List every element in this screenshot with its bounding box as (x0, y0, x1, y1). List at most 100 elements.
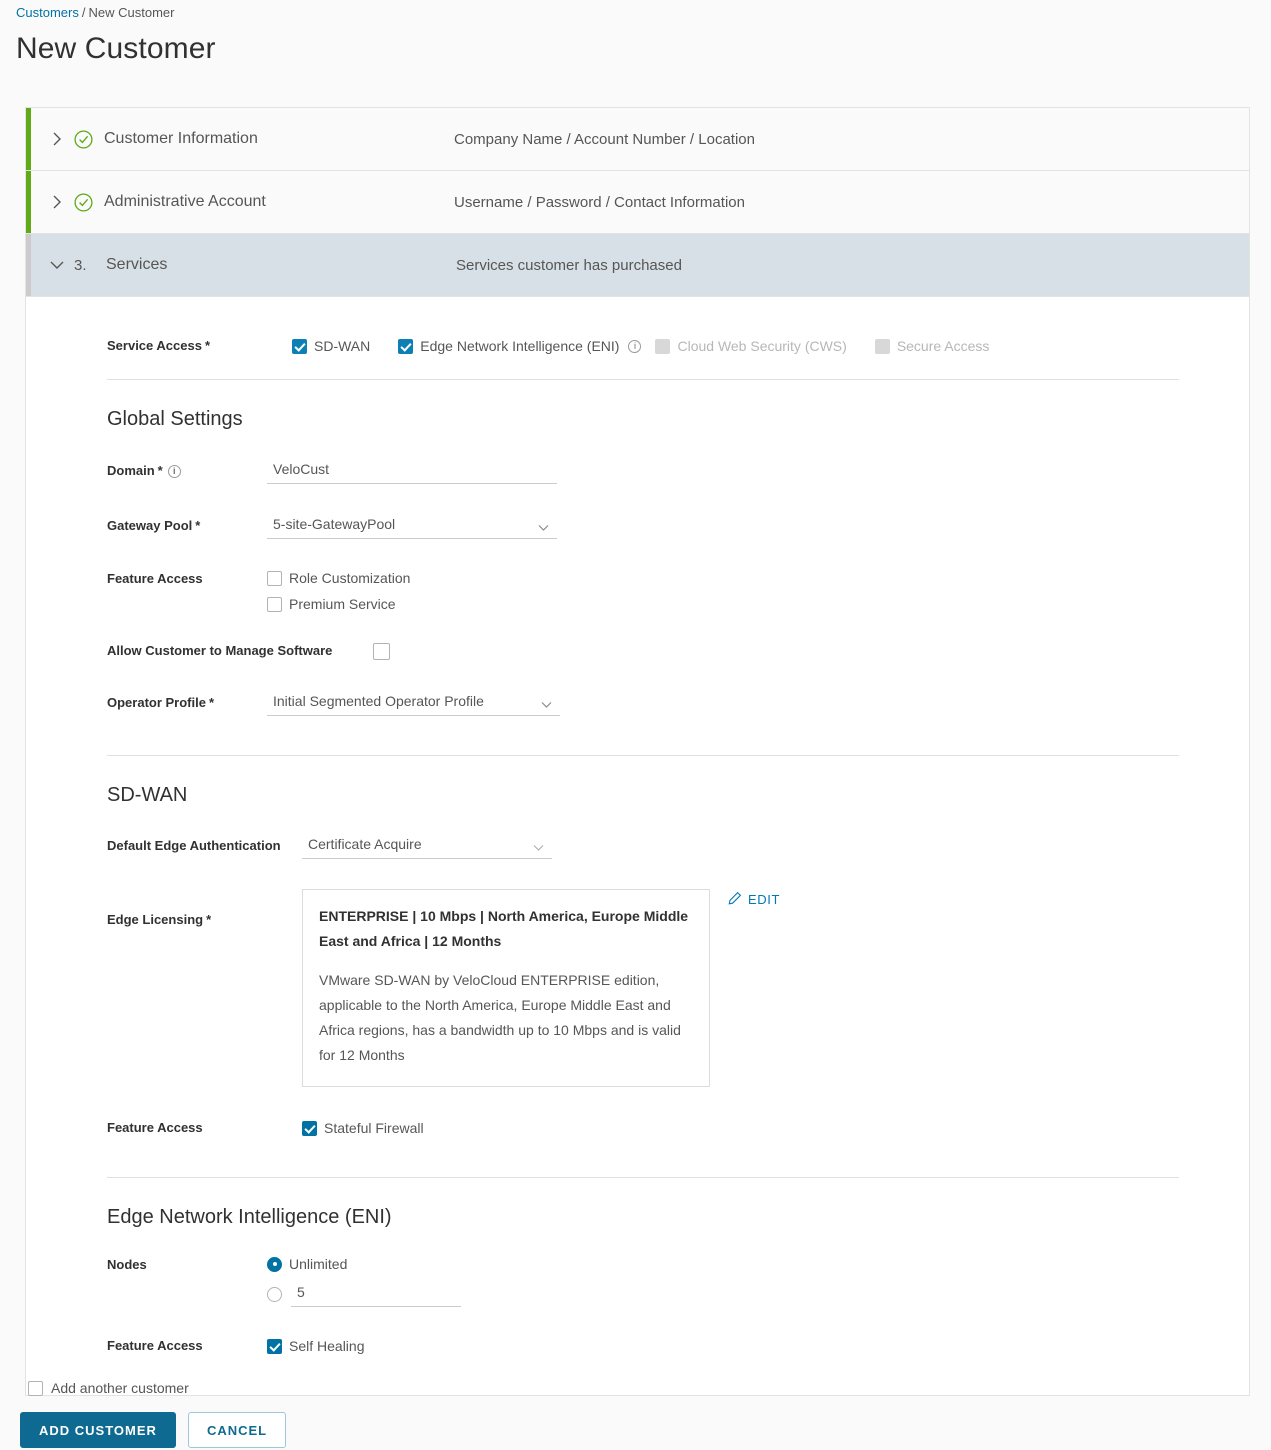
eni-feature-access-row: Feature Access Self Healing (26, 1337, 1249, 1355)
status-complete-icon (74, 192, 98, 212)
checkbox-role-customization[interactable]: Role Customization (267, 570, 410, 586)
accordion-description: Username / Password / Contact Informatio… (454, 193, 745, 211)
checkbox-allow-manage-software[interactable] (373, 642, 391, 660)
checkbox-box[interactable] (267, 1338, 282, 1354)
cancel-button[interactable]: CANCEL (187, 1412, 287, 1448)
new-customer-wizard-panel: Customer Information Company Name / Acco… (25, 107, 1250, 1396)
chevron-down-icon[interactable] (48, 260, 66, 270)
checkbox-cloud-web-security: Cloud Web Security (CWS) (655, 338, 847, 354)
sdwan-feature-access-row: Feature Access Stateful Firewall (26, 1119, 1249, 1137)
form-footer: Add another customer ADD CUSTOMER CANCEL (20, 1380, 287, 1448)
radio-nodes-unlimited[interactable]: Unlimited (267, 1256, 461, 1272)
gateway-pool-value[interactable] (267, 513, 557, 539)
checkbox-premium-service[interactable]: Premium Service (267, 596, 410, 612)
checkbox-stateful-firewall[interactable]: Stateful Firewall (302, 1120, 424, 1136)
checkbox-label: Secure Access (896, 338, 990, 354)
radio-nodes-custom[interactable] (267, 1281, 461, 1307)
edge-licensing-row: Edge Licensing * ENTERPRISE | 10 Mbps | N… (26, 889, 1249, 1087)
default-edge-auth-select[interactable] (302, 833, 552, 859)
checkbox-label: Edge Network Intelligence (ENI) (420, 338, 620, 354)
manage-software-label: Allow Customer to Manage Software (107, 643, 333, 658)
global-feature-access-label: Feature Access (107, 571, 203, 586)
checkbox-label: Premium Service (289, 596, 396, 612)
checkbox-box[interactable] (28, 1380, 43, 1396)
footer-buttons: ADD CUSTOMER CANCEL (20, 1412, 287, 1448)
status-accent-bar (26, 234, 31, 296)
accordion-row-services[interactable]: 3. Services Services customer has purcha… (26, 234, 1249, 297)
accordion-step-number: 3. (74, 256, 87, 274)
edge-licensing-label: Edge Licensing * (107, 912, 212, 927)
eni-heading: Edge Network Intelligence (ENI) (107, 1206, 392, 1228)
services-section-body: Service Access * SD-WAN Edge Network Inte… (26, 297, 1249, 1395)
eni-nodes-count-input[interactable] (291, 1281, 461, 1307)
info-icon[interactable]: i (628, 339, 642, 353)
global-feature-access-row: Feature Access Role Customization Premiu… (26, 570, 1249, 612)
default-edge-auth-label: Default Edge Authentication (107, 838, 281, 853)
checkbox-box (655, 338, 671, 354)
checkbox-box[interactable] (267, 570, 282, 586)
status-accent-bar (26, 171, 31, 233)
gateway-pool-select[interactable] (267, 513, 557, 539)
domain-label: Domain * i (107, 462, 267, 480)
checkbox-edge-network-intelligence[interactable]: Edge Network Intelligence (ENI) i (398, 338, 642, 354)
operator-profile-row: Operator Profile * (26, 690, 1249, 716)
chevron-right-icon[interactable] (48, 132, 66, 146)
accordion-description: Company Name / Account Number / Location (454, 130, 755, 148)
service-access-label: Service Access * (107, 338, 210, 353)
manage-software-row: Allow Customer to Manage Software (26, 642, 1249, 660)
gateway-pool-label: Gateway Pool * (107, 518, 201, 533)
checkbox-box[interactable] (267, 596, 282, 612)
status-accent-bar (26, 108, 31, 170)
eni-nodes-row: Nodes Unlimited (26, 1256, 1249, 1307)
operator-profile-select[interactable] (267, 690, 560, 716)
eni-nodes-label: Nodes (107, 1257, 147, 1272)
checkbox-add-another-customer[interactable]: Add another customer (20, 1380, 286, 1396)
checkbox-box[interactable] (292, 338, 307, 354)
pencil-icon (728, 891, 742, 908)
status-complete-icon (74, 129, 98, 149)
radio-button[interactable] (267, 1256, 282, 1272)
default-edge-auth-value[interactable] (302, 833, 552, 859)
add-customer-button[interactable]: ADD CUSTOMER (20, 1412, 176, 1448)
accordion-title: Customer Information (104, 130, 258, 147)
accordion-row-customer-information[interactable]: Customer Information Company Name / Acco… (26, 108, 1249, 171)
sdwan-feature-access-label: Feature Access (107, 1120, 203, 1135)
edge-license-description: VMware SD-WAN by VeloCloud ENTERPRISE ed… (319, 972, 681, 1063)
default-edge-auth-row: Default Edge Authentication (26, 833, 1249, 859)
radio-label: Unlimited (289, 1256, 348, 1272)
checkbox-label: SD-WAN (314, 338, 371, 354)
checkbox-box (874, 338, 890, 354)
operator-profile-value[interactable] (267, 690, 560, 716)
checkbox-label: Stateful Firewall (324, 1120, 424, 1136)
edge-license-title: ENTERPRISE | 10 Mbps | North America, Eu… (319, 908, 689, 949)
checkbox-label: Cloud Web Security (CWS) (677, 338, 847, 354)
domain-input[interactable] (267, 458, 557, 484)
accordion-title: Services (106, 256, 168, 273)
domain-row: Domain * i (26, 458, 1249, 484)
accordion-description: Services customer has purchased (456, 256, 682, 274)
edit-license-button[interactable]: EDIT (728, 891, 780, 908)
global-settings-heading: Global Settings (107, 408, 243, 430)
breadcrumb-separator: / (81, 5, 86, 20)
checkbox-secure-access: Secure Access (874, 338, 990, 354)
accordion-title: Administrative Account (104, 193, 266, 210)
checkbox-label: Add another customer (51, 1380, 189, 1396)
breadcrumb-link-customers[interactable]: Customers (16, 5, 79, 20)
breadcrumb-current: New Customer (88, 5, 175, 20)
chevron-right-icon[interactable] (48, 195, 66, 209)
gateway-pool-row: Gateway Pool * (26, 513, 1249, 539)
radio-button[interactable] (267, 1286, 282, 1302)
accordion-row-administrative-account[interactable]: Administrative Account Username / Passwo… (26, 171, 1249, 234)
breadcrumb: Customers / New Customer (16, 4, 174, 22)
checkbox-label: Self Healing (289, 1338, 365, 1354)
info-icon[interactable]: i (167, 465, 181, 478)
operator-profile-label: Operator Profile * (107, 695, 215, 710)
checkbox-label: Role Customization (289, 570, 411, 586)
checkbox-self-healing[interactable]: Self Healing (267, 1338, 365, 1354)
service-access-row: Service Access * SD-WAN Edge Network Inte… (26, 297, 1249, 355)
checkbox-box[interactable] (302, 1120, 317, 1136)
checkbox-box[interactable] (398, 338, 414, 354)
sdwan-heading: SD-WAN (107, 784, 188, 806)
eni-feature-access-label: Feature Access (107, 1338, 203, 1353)
checkbox-sd-wan[interactable]: SD-WAN (292, 338, 370, 354)
